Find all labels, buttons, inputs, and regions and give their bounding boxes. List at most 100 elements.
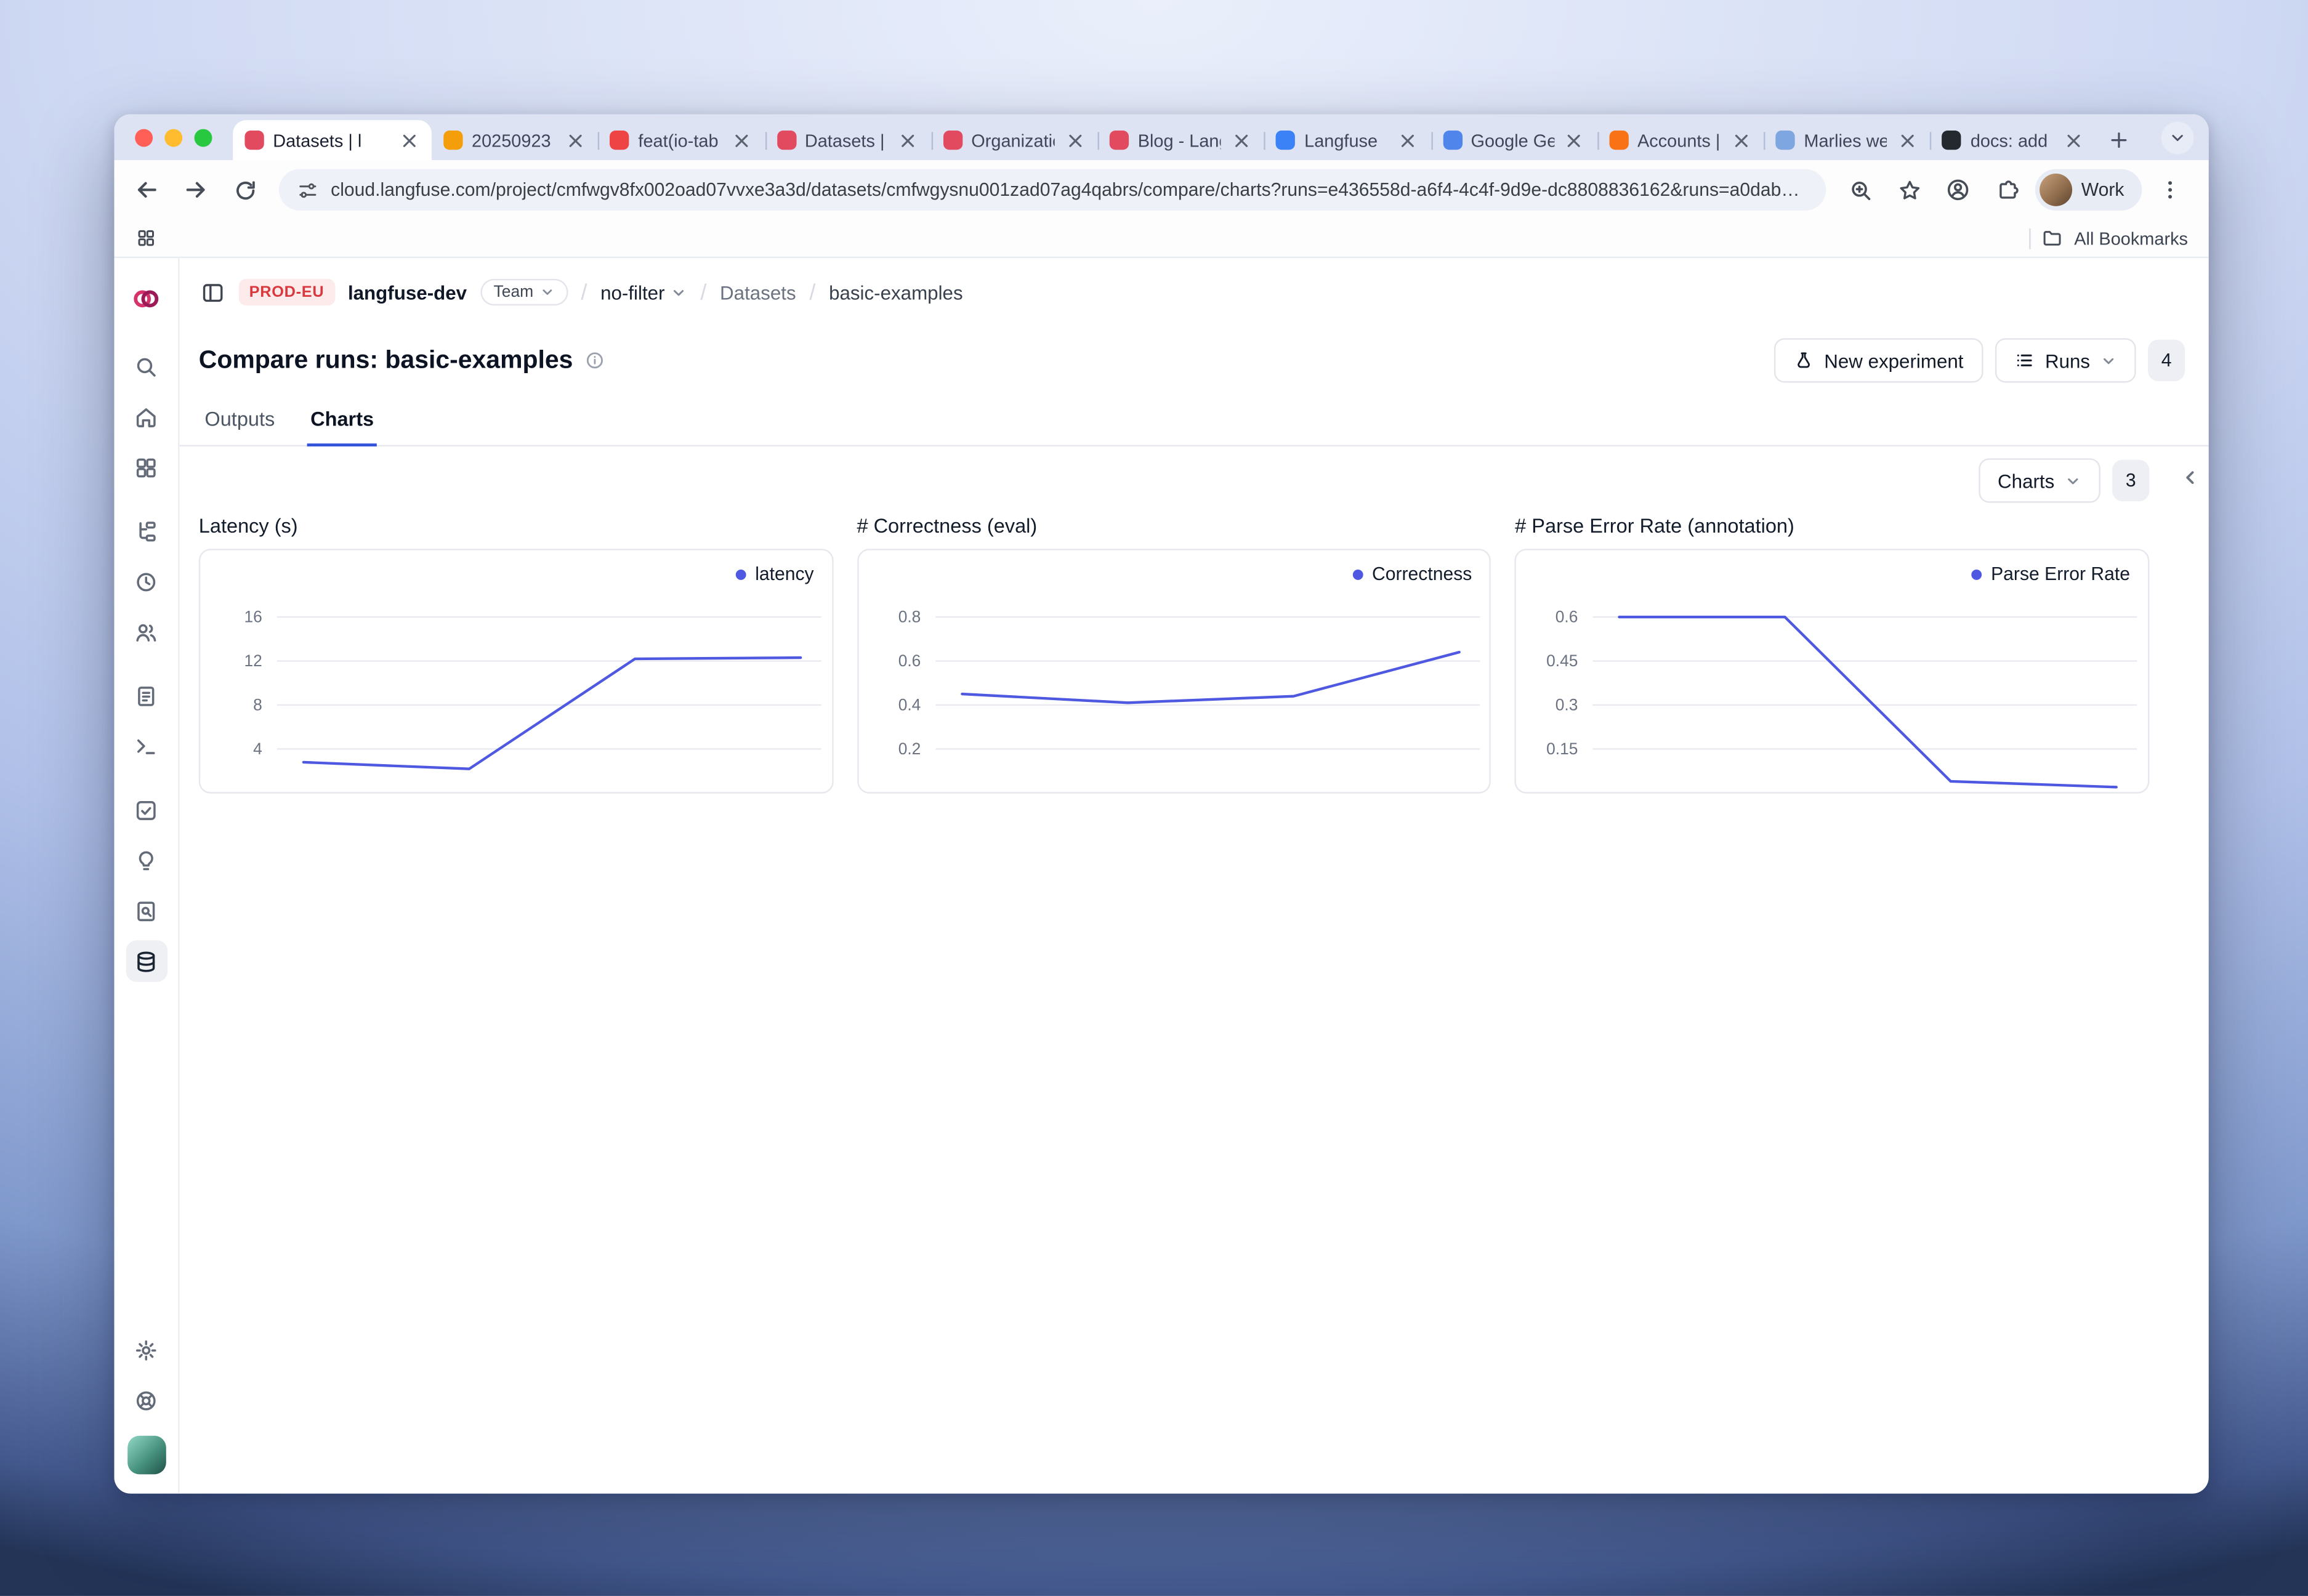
datasets-icon	[134, 948, 159, 973]
apps-grid-icon[interactable]	[135, 227, 157, 249]
browser-tab[interactable]: Organizatio	[931, 120, 1097, 160]
account-circle-icon[interactable]	[1937, 169, 1979, 211]
sidebar-item-sessions[interactable]	[126, 561, 167, 602]
tab-close-icon[interactable]	[730, 129, 753, 151]
browser-window: Datasets | l 20250923feat(io-tab Datasets …	[114, 114, 2208, 1493]
chevron-down-icon	[671, 284, 687, 300]
tab-close-icon[interactable]	[398, 129, 420, 151]
tab-close-icon[interactable]	[1896, 129, 1918, 151]
browser-menu-kebab-icon[interactable]	[2149, 169, 2190, 211]
browser-profile-chip[interactable]: Work	[2035, 169, 2142, 211]
runs-dropdown-button[interactable]: Runs	[1995, 338, 2136, 382]
sidebar-item-support[interactable]	[126, 1379, 167, 1421]
breadcrumb-current: basic-examples	[829, 281, 963, 303]
new-tab-button[interactable]	[2100, 120, 2139, 159]
charts-count-badge: 3	[2112, 460, 2149, 501]
browser-tab-strip: Datasets | l 20250923feat(io-tab Datasets …	[114, 114, 2208, 160]
langfuse-logo[interactable]	[131, 283, 161, 313]
browser-tab[interactable]: Accounts |	[1597, 120, 1764, 160]
site-settings-icon[interactable]	[297, 179, 319, 201]
browser-tab[interactable]: docs: add	[1931, 120, 2097, 160]
breadcrumb-separator: /	[809, 280, 815, 305]
org-type-chip[interactable]: Team	[480, 279, 568, 305]
page-title: Compare runs: basic-examples	[199, 345, 573, 375]
search-icon	[134, 353, 159, 379]
browser-tab[interactable]: Datasets | l	[765, 120, 931, 160]
tab-title: Google Ge	[1471, 130, 1555, 151]
info-icon[interactable]	[585, 350, 606, 371]
zoom-icon[interactable]	[1839, 169, 1881, 211]
sidebar-item-users[interactable]	[126, 611, 167, 652]
tab-favicon	[610, 131, 629, 150]
sidebar-item-dashboards[interactable]	[126, 446, 167, 488]
tab-favicon	[1776, 131, 1795, 150]
sidebar-item-prompts[interactable]	[126, 675, 167, 716]
tab-title: Datasets | l	[805, 130, 889, 151]
user-avatar[interactable]	[127, 1436, 166, 1475]
extensions-puzzle-icon[interactable]	[1987, 169, 2028, 211]
maximize-window-button[interactable]	[195, 128, 212, 146]
browser-tab[interactable]: Blog - Lang	[1098, 120, 1264, 160]
sidebar-item-home[interactable]	[126, 396, 167, 437]
back-button[interactable]	[126, 169, 167, 211]
browser-tab[interactable]: Marlies we	[1764, 120, 1930, 160]
environment-badge: PROD-EU	[239, 279, 334, 305]
sidebar-item-datasets[interactable]	[126, 940, 167, 981]
sidebar-item-playground[interactable]	[126, 725, 167, 767]
bookmark-star-icon[interactable]	[1889, 169, 1930, 211]
new-experiment-button[interactable]: New experiment	[1773, 338, 1982, 382]
project-selector[interactable]: no-filter	[600, 281, 687, 303]
svg-text:0.8: 0.8	[898, 607, 921, 626]
browser-tab[interactable]: 20250923	[432, 120, 598, 160]
tab-favicon	[943, 131, 962, 150]
charts-dropdown-button[interactable]: Charts	[1979, 458, 2100, 502]
reload-button[interactable]	[224, 169, 265, 211]
tab-close-icon[interactable]	[564, 129, 586, 151]
minimize-window-button[interactable]	[164, 128, 182, 146]
window-controls	[135, 114, 212, 160]
tab-title: docs: add	[1971, 130, 2054, 151]
tab-charts[interactable]: Charts	[307, 408, 377, 446]
sidebar-item-tracing[interactable]	[126, 510, 167, 552]
sidebar-item-scores[interactable]	[126, 789, 167, 830]
collapse-panel-icon[interactable]	[2177, 464, 2204, 491]
tab-favicon	[1942, 131, 1961, 150]
all-bookmarks-label[interactable]: All Bookmarks	[2074, 228, 2188, 249]
runs-count-badge: 4	[2148, 340, 2185, 381]
svg-text:0.15: 0.15	[1547, 740, 1578, 758]
sidebar-item-settings[interactable]	[126, 1329, 167, 1370]
tab-close-icon[interactable]	[1564, 129, 1586, 151]
tab-outputs[interactable]: Outputs	[202, 408, 278, 446]
tab-favicon	[443, 131, 462, 150]
tab-close-icon[interactable]	[1230, 129, 1253, 151]
tab-search-button[interactable]	[2161, 122, 2194, 155]
tab-close-icon[interactable]	[1730, 129, 1752, 151]
organization-name[interactable]: langfuse-dev	[348, 281, 467, 303]
svg-text:0.3: 0.3	[1556, 695, 1579, 714]
chart-canvas: 0.80.60.40.2	[858, 550, 1490, 792]
browser-tab[interactable]: Langfuse	[1264, 120, 1430, 160]
tab-close-icon[interactable]	[1063, 129, 1086, 151]
browser-tab[interactable]: Datasets | l	[233, 120, 432, 160]
breadcrumb-datasets-link[interactable]: Datasets	[720, 281, 796, 303]
forward-button[interactable]	[175, 169, 216, 211]
sidebar-item-evaluators[interactable]	[126, 890, 167, 931]
tab-close-icon[interactable]	[1397, 129, 1419, 151]
svg-text:0.45: 0.45	[1547, 651, 1578, 670]
browser-tabs: Datasets | l 20250923feat(io-tab Datasets …	[233, 114, 2097, 160]
tab-close-icon[interactable]	[897, 129, 919, 151]
sidebar-item-insights[interactable]	[126, 839, 167, 881]
svg-text:0.2: 0.2	[898, 740, 921, 758]
chart-legend: Correctness	[1353, 563, 1472, 584]
tab-close-icon[interactable]	[2063, 129, 2085, 151]
sidebar-toggle-icon[interactable]	[200, 280, 225, 305]
settings-icon	[134, 1337, 159, 1363]
address-bar[interactable]: cloud.langfuse.com/project/cmfwgv8fx002o…	[279, 169, 1826, 211]
sidebar-item-search[interactable]	[126, 345, 167, 387]
chart-canvas: 161284	[200, 550, 831, 792]
charts-content: Charts 3 Latency (s) 161284	[179, 446, 2208, 1494]
browser-tab[interactable]: feat(io-tab	[598, 120, 764, 160]
close-window-button[interactable]	[135, 128, 153, 146]
browser-tab[interactable]: Google Ge	[1431, 120, 1597, 160]
tab-title: Datasets | l	[273, 130, 389, 151]
